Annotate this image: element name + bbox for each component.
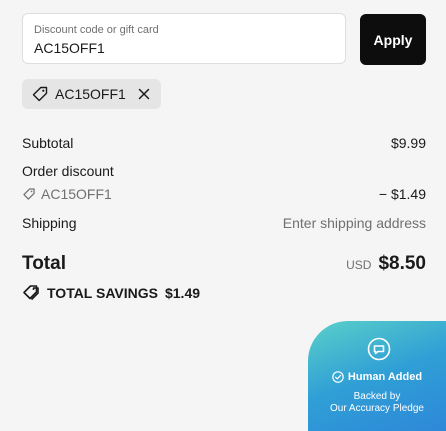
total-row: Total USD $8.50 <box>22 253 426 275</box>
tag-icon <box>22 187 36 201</box>
shipping-label: Shipping <box>22 215 77 231</box>
subtotal-value: $9.99 <box>390 135 426 151</box>
order-discount-value: − $1.49 <box>378 186 426 202</box>
checkout-summary: Discount code or gift card Apply AC15OFF… <box>0 0 446 431</box>
tag-icon <box>31 85 49 103</box>
subtotal-label: Subtotal <box>22 135 74 151</box>
total-amount: $8.50 <box>378 253 426 274</box>
order-discount-code-text: AC15OFF1 <box>41 186 112 202</box>
order-discount-detail-row: AC15OFF1 − $1.49 <box>22 185 426 203</box>
shipping-value: Enter shipping address <box>282 215 426 231</box>
currency-code: USD <box>346 258 372 272</box>
badge-title: Human Added <box>347 371 423 383</box>
applied-discount-chip: AC15OFF1 <box>22 79 161 109</box>
order-discount-row: Order discount <box>22 162 426 180</box>
order-discount-code: AC15OFF1 <box>22 185 112 203</box>
chat-bubble-icon <box>367 337 391 361</box>
total-amount-group: USD $8.50 <box>346 253 426 275</box>
badge-line2: Our Accuracy Pledge <box>330 403 424 414</box>
savings-tag-icon <box>22 284 40 302</box>
human-added-line: Human Added <box>308 371 446 383</box>
apply-button[interactable]: Apply <box>360 14 426 65</box>
applied-code-label: AC15OFF1 <box>55 86 126 102</box>
human-added-badge[interactable]: Human Added Backed by Our Accuracy Pledg… <box>308 321 446 431</box>
discount-code-field[interactable]: Discount code or gift card <box>22 13 346 64</box>
discount-code-input[interactable] <box>34 39 333 57</box>
total-savings: TOTAL SAVINGS $1.49 <box>22 284 200 302</box>
savings-value: $1.49 <box>164 285 201 301</box>
badge-line1: Backed by <box>353 391 401 402</box>
close-icon[interactable] <box>136 86 152 102</box>
subtotal-row: Subtotal $9.99 <box>22 134 426 152</box>
check-circle-icon <box>332 371 344 383</box>
discount-field-label: Discount code or gift card <box>34 24 159 36</box>
savings-label: TOTAL SAVINGS <box>47 285 158 301</box>
order-discount-label: Order discount <box>22 163 114 179</box>
shipping-row: Shipping Enter shipping address <box>22 214 426 232</box>
total-label: Total <box>22 253 66 274</box>
